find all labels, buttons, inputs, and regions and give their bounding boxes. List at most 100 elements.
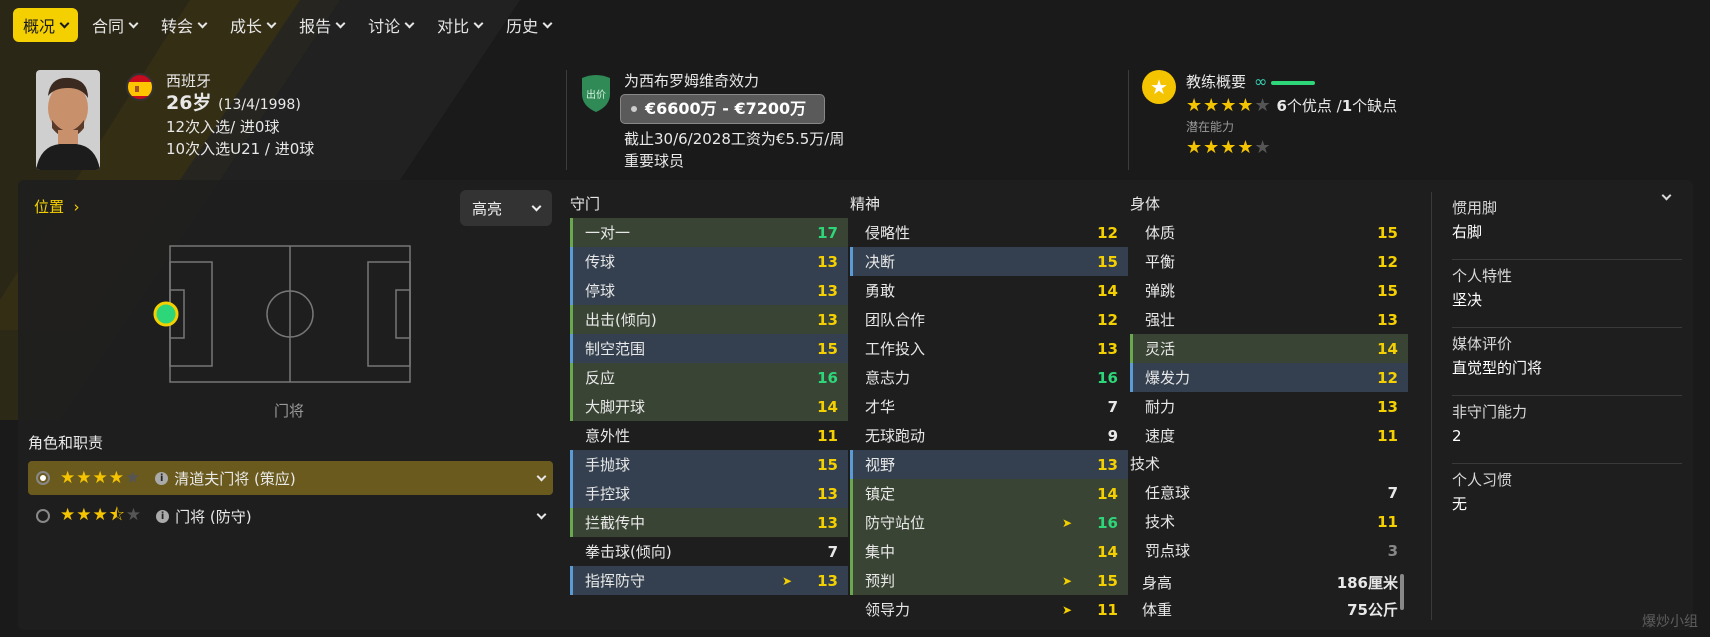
attribute-row[interactable]: 指挥防守 ➤ 13 [570,566,848,595]
attribute-row[interactable]: 反应 16 [570,363,848,392]
tab-reports[interactable]: 报告 [289,8,354,42]
attribute-value: 15 [817,339,838,358]
chevron-down-icon[interactable] [1661,190,1672,201]
attribute-name: 出击(倾向) [585,311,657,329]
attribute-value: 13 [817,484,838,503]
chevron-down-icon[interactable] [536,471,547,481]
media-description: 媒体评价 直觉型的门将 [1452,328,1682,396]
attribute-value: 11 [1097,600,1118,619]
tab-compare[interactable]: 对比 [427,8,492,42]
attribute-value: 14 [1097,484,1118,503]
attribute-value: 13 [817,252,838,271]
highlight-dropdown[interactable]: 高亮 [460,190,552,226]
attribute-row[interactable]: 领导力 ➤ 11 [850,595,1128,624]
plays-for[interactable]: 为西布罗姆维奇效力 [624,70,844,92]
nationality[interactable]: 西班牙 [166,70,314,92]
attribute-row[interactable]: 一对一 17 [570,218,848,247]
info-icon[interactable]: i [156,509,170,523]
tab-transfer[interactable]: 转会 [151,8,216,42]
attribute-row[interactable]: 弹跳 15 [1130,276,1408,305]
coach-summary-title[interactable]: 教练概要 [1186,73,1246,91]
radio-button[interactable] [36,471,50,485]
attribute-name: 意志力 [865,369,911,387]
attribute-row[interactable]: 拳击球(倾向) 7 [570,537,848,566]
player-details: 惯用脚 右脚 个人特性 坚决 媒体评价 直觉型的门将 非守门能力 2 个人习惯 … [1452,190,1682,532]
attribute-name: 无球跑动 [865,427,926,445]
attribute-row[interactable]: 大脚开球 14 [570,392,848,421]
tab-overview[interactable]: 概况 [13,8,79,42]
attribute-row[interactable]: 集中 14 [850,537,1128,566]
divider [566,70,567,170]
attribute-row[interactable]: 决断 15 [850,247,1128,276]
attribute-value: 3 [1387,541,1398,560]
attribute-name: 停球 [585,282,616,300]
attribute-name: 侵略性 [865,224,911,242]
info-icon[interactable]: i [155,471,169,485]
attribute-row[interactable]: 侵略性 12 [850,218,1128,247]
player-traits: 个人习惯 无 [1452,471,1513,513]
attribute-row[interactable]: 意外性 11 [570,421,848,450]
attribute-row[interactable]: 才华 7 [850,392,1128,421]
tab-contract[interactable]: 合同 [82,8,147,42]
attribute-row[interactable]: 工作投入 13 [850,334,1128,363]
attribute-row[interactable]: 平衡 12 [1130,247,1408,276]
attribute-row[interactable]: 预判 ➤ 15 [850,566,1128,595]
tab-discuss[interactable]: 讨论 [358,8,423,42]
attribute-row[interactable]: 防守站位 ➤ 16 [850,508,1128,537]
attribute-name: 制空范围 [585,340,646,358]
player-info: 西班牙 26岁 (13/4/1998) 12次入选/ 进0球 10次入选U21 … [166,70,314,160]
chevron-down-icon[interactable] [536,509,547,519]
attribute-row[interactable]: 强壮 13 [1130,305,1408,334]
attribute-value: 13 [1377,310,1398,329]
scrollbar[interactable] [1400,574,1404,610]
spain-flag-icon [126,73,154,101]
attribute-row[interactable]: 体质 15 [1130,218,1408,247]
attribute-row[interactable]: 拦截传中 13 [570,508,848,537]
position-pitch [153,245,411,383]
attribute-row[interactable]: 勇敢 14 [850,276,1128,305]
body-stat-name: 身高 [1142,574,1173,592]
attribute-name: 拦截传中 [585,514,646,532]
attribute-row[interactable]: 手抛球 15 [570,450,848,479]
key-attribute-icon: ➤ [781,573,792,588]
scout-progress-bar [1271,80,1316,85]
attribute-row[interactable]: 技术 11 [1130,507,1408,536]
club-badge[interactable]: 出价 [578,72,614,112]
position-link[interactable]: 位置 › [34,196,80,217]
attribute-name: 视野 [865,456,896,474]
role-sweeper-keeper[interactable]: ★★★★★ i 清道夫门将 (策应) [28,461,553,495]
attribute-row[interactable]: 灵活 14 [1130,334,1408,363]
attribute-row[interactable]: 意志力 16 [850,363,1128,392]
attribute-name: 技术 [1145,513,1176,531]
attribute-row[interactable]: 视野 13 [850,450,1128,479]
attribute-row[interactable]: 制空范围 15 [570,334,848,363]
attribute-row[interactable]: 出击(倾向) 13 [570,305,848,334]
tab-history[interactable]: 历史 [496,8,561,42]
attribute-row[interactable]: 无球跑动 9 [850,421,1128,450]
chevron-down-icon [128,18,139,28]
player-photo[interactable] [36,70,100,170]
chevron-down-icon [197,18,208,28]
attribute-value: 15 [1377,281,1398,300]
attribute-row[interactable]: 镇定 14 [850,479,1128,508]
position-label: 门将 [274,402,305,420]
transfer-value[interactable]: €6600万 - €7200万 [620,94,826,124]
binoculars-icon: ∞ [1254,72,1268,91]
attribute-row[interactable]: 爆发力 12 [1130,363,1408,392]
attribute-value: 13 [817,281,838,300]
attribute-row[interactable]: 耐力 13 [1130,392,1408,421]
radio-button[interactable] [36,509,50,523]
role-stars: ★★★⯪★ [60,504,143,525]
attribute-value: 16 [1097,513,1118,532]
attribute-row[interactable]: 传球 13 [570,247,848,276]
attribute-value: 17 [817,223,838,242]
role-goalkeeper[interactable]: ★★★⯪★ i 门将 (防守) [28,499,553,533]
attribute-row[interactable]: 罚点球 3 [1130,536,1408,565]
attribute-row[interactable]: 停球 13 [570,276,848,305]
u21-caps: 10次入选U21 / 进0球 [166,140,315,158]
attribute-row[interactable]: 手控球 13 [570,479,848,508]
attribute-row[interactable]: 团队合作 12 [850,305,1128,334]
tab-development[interactable]: 成长 [220,8,285,42]
attribute-row[interactable]: 速度 11 [1130,421,1408,450]
attribute-row[interactable]: 任意球 7 [1130,478,1408,507]
